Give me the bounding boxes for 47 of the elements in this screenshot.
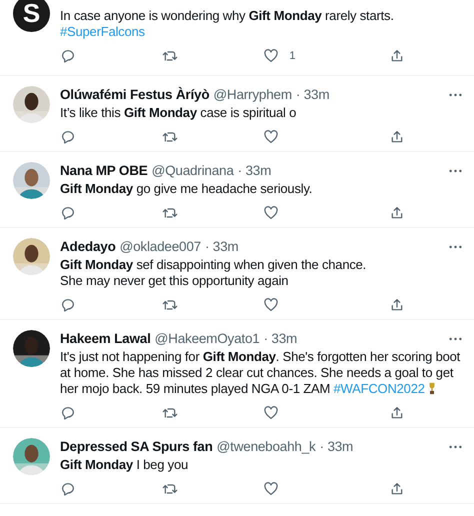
tweet-text: Gift Monday sef disappointing when given the chance. She may never get this opportunity again [60,257,368,289]
share-icon[interactable] [388,297,405,313]
reply-icon[interactable] [60,48,76,64]
tweet-text: It’s like this Gift Monday case is spiritual o [60,105,298,121]
user-name[interactable]: Hakeem Lawal [60,330,151,348]
user-name[interactable]: Nana MP OBE [60,162,148,180]
user-handle[interactable]: @okladee007 [120,238,201,256]
like-icon[interactable] [263,481,280,497]
like-icon[interactable] [263,405,280,421]
reply-icon[interactable] [60,481,76,497]
share-icon[interactable] [388,481,405,497]
tweet-text: Gift Monday go give me headache seriously. [60,181,314,197]
user-handle[interactable]: @Quadrinana [152,162,234,180]
reply-icon[interactable] [60,129,76,145]
tweet-time[interactable]: · 33m [320,438,354,456]
user-handle[interactable]: @Harryphem [213,86,292,104]
tweet-text: Gift Monday I beg you [60,457,190,473]
tweet-time[interactable]: · 33m [238,162,272,180]
reply-icon[interactable] [60,205,76,221]
reply-icon[interactable] [60,297,76,313]
more-icon[interactable] [449,245,462,249]
more-icon[interactable] [449,445,462,449]
user-name[interactable]: Adedayo [60,238,116,256]
like-icon[interactable] [263,129,280,145]
tweet-time[interactable]: · 33m [296,86,330,104]
like-icon[interactable] [263,48,280,64]
user-name[interactable]: Depressed SA Spurs fan [60,438,213,456]
share-icon[interactable] [388,48,405,64]
avatar[interactable]: S [13,0,50,32]
more-icon[interactable] [449,169,462,173]
more-icon[interactable] [449,93,462,97]
tweet-text: In case anyone is wondering why Gift Monday rarely starts. #SuperFalcons [60,8,395,40]
share-icon[interactable] [388,129,405,145]
tweet-time[interactable]: · 33m [264,330,298,348]
reply-icon[interactable] [60,405,76,421]
more-icon[interactable] [449,337,462,341]
trophy-icon [428,382,436,395]
tweet-text: It's just not happening for Gift Monday. She's forgotten her scoring boot at home. She has missed 2 clear cut chances. She needs a goal to get her mojo back. 59 minutes played NGA 0-1 ZAM #WAFCON2022 [60,349,462,397]
like-icon[interactable] [263,205,280,221]
tweet-time[interactable]: · 33m [204,238,238,256]
user-handle[interactable]: @HakeemOyato1 [154,330,260,348]
like-count: 1 [289,50,296,62]
like-icon[interactable] [263,297,280,313]
user-handle[interactable]: @tweneboahh_k [216,438,316,456]
share-icon[interactable] [388,405,405,421]
user-name[interactable]: Olúwafémi Festus Àríyò [60,86,210,104]
share-icon[interactable] [388,205,405,221]
